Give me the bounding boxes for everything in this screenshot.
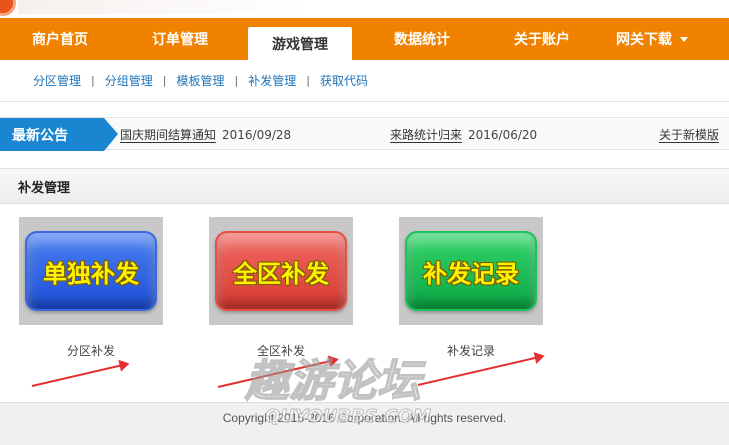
main-nav: 商户首页 订单管理 游戏管理 数据统计 关于账户 网关下载: [0, 18, 729, 60]
card-caption: 分区补发: [66, 344, 115, 358]
nav-item-statistics[interactable]: 数据统计: [352, 18, 492, 60]
red-arrow-annotation: [417, 355, 541, 386]
all-zone-reissue-card[interactable]: 全区补发: [209, 217, 353, 325]
nav-item-merchant-home[interactable]: 商户首页: [8, 18, 112, 60]
single-reissue-card[interactable]: 单独补发: [19, 217, 163, 325]
subnav-item-template-management[interactable]: 模板管理: [176, 72, 224, 89]
subnav-item-get-code[interactable]: 获取代码: [320, 72, 368, 89]
sub-nav: 分区管理 | 分组管理 | 模板管理 | 补发管理 | 获取代码: [0, 60, 729, 102]
red-arrow-annotation: [217, 359, 336, 388]
logo: [0, 0, 16, 16]
notice-bar: 最新公告 国庆期间结算通知 2016/09/28 来路统计归来 2016/06/20…: [0, 117, 729, 151]
reissue-records-card[interactable]: 补发记录: [399, 217, 543, 325]
subnav-item-reissue-management[interactable]: 补发管理: [248, 72, 296, 89]
notice-tag: 最新公告: [0, 118, 118, 151]
all-zone-reissue-button[interactable]: 全区补发: [215, 231, 347, 311]
notice-item[interactable]: 国庆期间结算通知 2016/09/28: [120, 126, 291, 143]
reissue-records-button[interactable]: 补发记录: [405, 231, 537, 311]
separator: |: [91, 74, 95, 87]
nav-item-label: 网关下载: [616, 32, 672, 48]
header-banner-fade: [18, 0, 308, 14]
nav-item-label: 关于账户: [514, 32, 570, 48]
separator: |: [234, 74, 239, 87]
notice-item[interactable]: 来路统计归来 2016/06/20: [390, 126, 537, 143]
separator: |: [306, 74, 310, 87]
copyright-text: Copyright 2015-2016 Corporation. All rig…: [222, 411, 507, 425]
separator: |: [162, 74, 167, 87]
section-header: 补发管理: [0, 168, 729, 204]
top-strip: [0, 0, 729, 18]
notice-date: 2016/09/28: [222, 128, 292, 142]
notice-title[interactable]: 关于新模版: [659, 128, 720, 143]
section-title: 补发管理: [18, 180, 71, 196]
nav-item-label: 数据统计: [394, 32, 450, 48]
footer: Copyright 2015-2016 Corporation. All rig…: [0, 402, 729, 445]
nav-item-label: 订单管理: [152, 32, 208, 48]
notice-title[interactable]: 国庆期间结算通知: [120, 128, 217, 143]
single-reissue-button[interactable]: 单独补发: [25, 231, 157, 311]
chevron-down-icon: [680, 36, 688, 42]
nav-item-gateway-download[interactable]: 网关下载: [592, 18, 712, 60]
nav-item-game-management[interactable]: 游戏管理: [248, 27, 352, 60]
nav-item-orders[interactable]: 订单管理: [112, 18, 248, 60]
red-arrow-annotation: [31, 363, 126, 387]
notice-date: 2016/06/20: [468, 128, 538, 142]
notice-title[interactable]: 来路统计归来: [390, 128, 463, 143]
subnav-item-group-management[interactable]: 分组管理: [105, 72, 153, 89]
nav-item-account[interactable]: 关于账户: [492, 18, 592, 60]
card-caption: 补发记录: [446, 344, 495, 358]
nav-item-label: 商户首页: [32, 32, 88, 48]
notice-item[interactable]: 关于新模版: [659, 126, 720, 143]
nav-item-label: 游戏管理: [272, 36, 328, 53]
subnav-item-zone-management[interactable]: 分区管理: [33, 72, 81, 89]
